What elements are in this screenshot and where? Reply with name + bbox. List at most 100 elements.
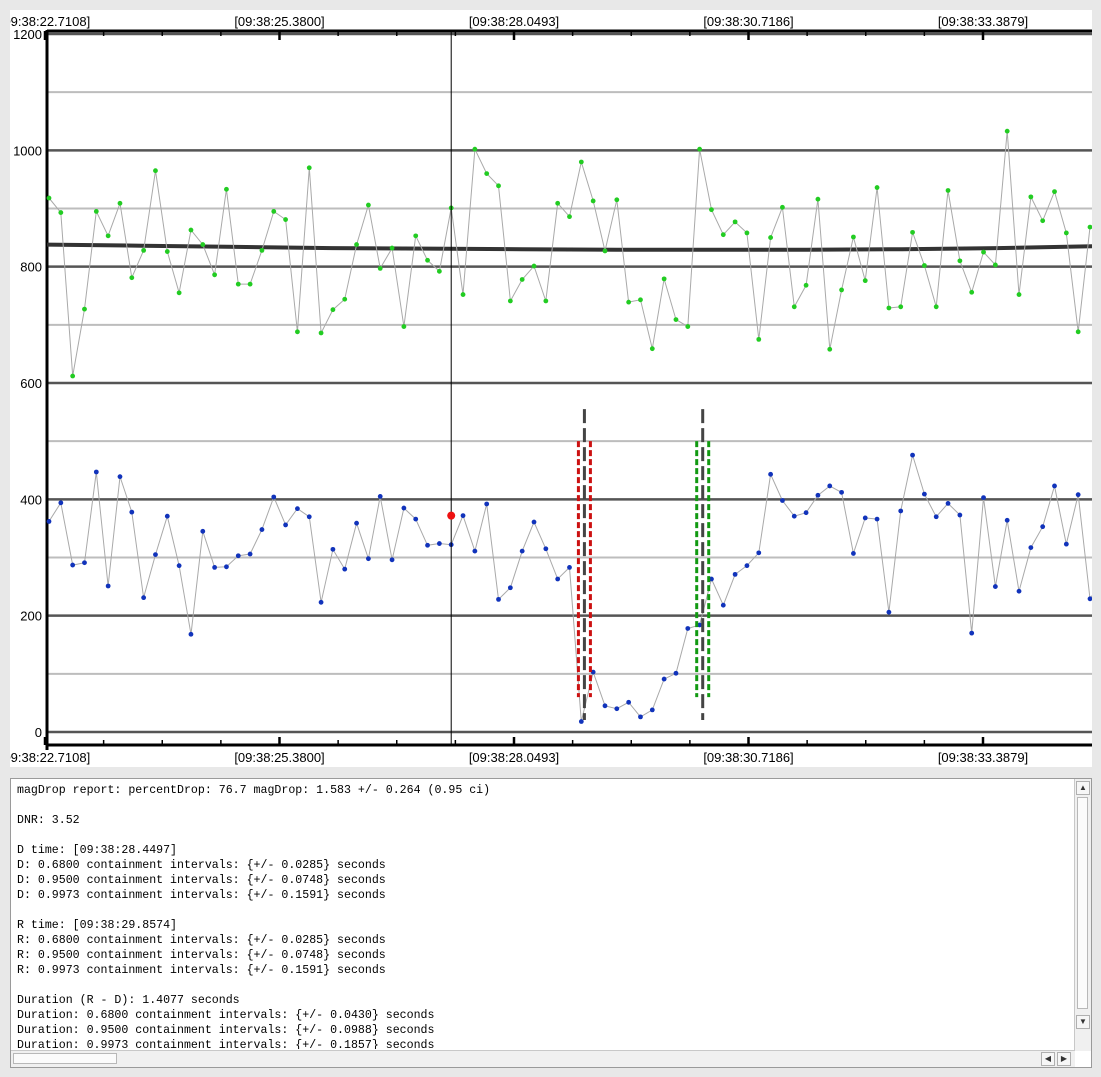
report-line: D: 0.6800 containment intervals: {+/- 0.… — [17, 859, 386, 872]
target-star-point — [1087, 596, 1092, 602]
target-star-point — [472, 548, 478, 554]
comparison-star-point — [685, 324, 691, 329]
target-star-point — [862, 515, 868, 521]
horizontal-scrollbar[interactable]: ◀ ▶ — [11, 1050, 1075, 1067]
comparison-star-point — [1028, 194, 1034, 200]
y-tick-label: 200 — [20, 609, 42, 624]
target-star-point — [1040, 524, 1046, 530]
target-star-point — [496, 596, 501, 602]
series-connector-line — [48, 131, 1091, 377]
comparison-star-point — [921, 263, 927, 268]
comparison-star-point — [295, 329, 300, 335]
target-star-point — [212, 564, 218, 570]
target-star-point — [295, 506, 300, 512]
comparison-star-point — [839, 287, 844, 293]
target-star-point — [342, 566, 348, 572]
comparison-star-point — [58, 210, 64, 215]
target-star-point — [425, 542, 430, 548]
scroll-down-icon[interactable]: ▼ — [1076, 1015, 1090, 1029]
comparison-star-point — [732, 219, 738, 225]
comparison-star-point — [720, 232, 726, 238]
scroll-right-icon[interactable]: ▶ — [1057, 1052, 1071, 1066]
comparison-star-point — [1040, 218, 1046, 224]
horizontal-scroll-thumb[interactable] — [13, 1053, 117, 1064]
target-star-point — [1004, 517, 1010, 523]
comparison-star-point — [768, 235, 774, 240]
comparison-star-point — [590, 198, 596, 204]
target-star-point — [306, 514, 312, 520]
target-star-point — [200, 528, 206, 534]
comparison-star-point — [224, 186, 229, 192]
highlighted-point — [447, 511, 456, 520]
comparison-star-point — [827, 346, 833, 352]
target-star-point — [401, 505, 407, 511]
comparison-star-point — [389, 245, 395, 251]
comparison-star-point — [82, 306, 87, 312]
comparison-star-point — [460, 292, 466, 297]
target-star-point — [555, 576, 561, 582]
comparison-star-point — [543, 298, 549, 304]
plot-canvas[interactable]: 020040060080010001200[09:38:22.7108][09:… — [10, 10, 1092, 767]
report-line: Duration: 0.9973 containment intervals: … — [17, 1039, 435, 1049]
target-star-point — [898, 508, 904, 514]
target-star-point — [791, 513, 797, 519]
target-star-point — [153, 552, 158, 557]
y-tick-label: 1200 — [13, 27, 42, 42]
comparison-star-point — [898, 304, 904, 310]
comparison-star-point — [519, 277, 525, 282]
comparison-star-point — [673, 317, 679, 322]
target-star-point — [780, 498, 785, 503]
target-star-point — [507, 585, 513, 591]
scroll-left-icon[interactable]: ◀ — [1041, 1052, 1055, 1066]
vertical-scrollbar[interactable]: ▲ ▼ — [1074, 779, 1091, 1051]
target-star-point — [519, 548, 525, 554]
target-star-point — [1016, 588, 1022, 594]
comparison-star-point — [744, 230, 750, 236]
report-line: Duration (R - D): 1.4077 seconds — [17, 994, 240, 1007]
comparison-star-point — [141, 247, 147, 253]
target-star-point — [354, 520, 359, 526]
comparison-star-point — [212, 272, 218, 278]
target-star-point — [460, 513, 466, 519]
y-tick-label: 600 — [20, 376, 42, 391]
comparison-star-point — [626, 299, 632, 305]
comparison-star-point — [886, 305, 892, 311]
target-star-point — [567, 564, 572, 570]
comparison-star-point — [862, 278, 868, 284]
target-star-point — [389, 557, 395, 563]
comparison-star-point — [401, 324, 407, 329]
comparison-star-point — [910, 229, 915, 235]
target-star-point — [1052, 483, 1057, 489]
x-tick-label-bottom: [09:38:25.3800] — [234, 750, 324, 765]
report-line: D: 0.9973 containment intervals: {+/- 0.… — [17, 889, 386, 902]
target-star-point — [117, 474, 123, 480]
comparison-star-point — [1016, 292, 1022, 297]
target-star-point — [484, 501, 490, 507]
comparison-star-point — [957, 258, 963, 264]
target-star-point — [318, 599, 324, 605]
target-star-point — [70, 562, 76, 568]
vertical-scroll-thumb[interactable] — [1077, 797, 1088, 1009]
comparison-star-point — [318, 330, 324, 336]
scroll-up-icon[interactable]: ▲ — [1076, 781, 1090, 795]
comparison-star-point — [425, 257, 430, 263]
report-line: R time: [09:38:29.8574] — [17, 919, 178, 932]
comparison-star-point — [200, 242, 206, 247]
target-star-point — [661, 676, 667, 682]
target-star-point — [992, 584, 998, 589]
comparison-star-point — [259, 247, 265, 253]
target-star-point — [602, 703, 608, 709]
comparison-star-point — [567, 214, 572, 220]
comparison-star-point — [188, 227, 194, 233]
comparison-star-point — [981, 249, 986, 255]
comparison-star-point — [472, 146, 478, 152]
comparison-star-point — [697, 146, 703, 152]
x-tick-label-top: [09:38:28.0493] — [469, 14, 559, 29]
y-tick-label: 800 — [20, 260, 42, 275]
y-tick-label: 1000 — [13, 143, 42, 158]
light-curve-plot[interactable]: 020040060080010001200[09:38:22.7108][09:… — [10, 10, 1092, 767]
target-star-point — [886, 609, 892, 615]
comparison-star-point — [661, 276, 667, 282]
comparison-star-point — [969, 289, 975, 295]
comparison-star-point — [153, 168, 158, 174]
